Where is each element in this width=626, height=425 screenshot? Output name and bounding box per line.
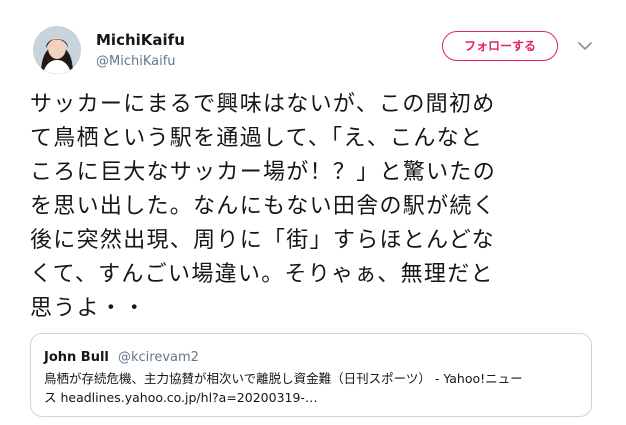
tweet-text-line: 思うよ・・ bbox=[30, 296, 147, 321]
tweet-text-line: を思い出した。なんにもない田舎の駅が続く bbox=[30, 194, 497, 219]
tweet-text-line: くて、すんごい場違い。そりゃぁ、無理だと bbox=[30, 262, 494, 287]
chevron-down-icon[interactable] bbox=[574, 37, 596, 55]
quoted-tweet-line: ス headlines.yahoo.co.jp/hl?a=20200319-… bbox=[44, 390, 318, 405]
tweet-text-line: サッカーにまるで興味はないが、この間初め bbox=[30, 92, 496, 117]
tweet-header: MichiKaifu @MichiKaifu フォローする bbox=[30, 23, 600, 83]
tweet-text-line: て鳥栖という駅を通過して、「え、こんなと bbox=[30, 126, 484, 151]
follow-button[interactable]: フォローする bbox=[442, 31, 558, 61]
quoted-author-name: John Bull bbox=[44, 350, 109, 365]
avatar[interactable] bbox=[33, 26, 81, 74]
tweet-text-line: ころに巨大なサッカー場が！？」と驚いたの bbox=[30, 160, 497, 185]
quoted-tweet-author: John Bull @kcirevam2 bbox=[44, 346, 199, 365]
author-block[interactable]: MichiKaifu @MichiKaifu bbox=[96, 30, 185, 71]
avatar-image bbox=[33, 26, 81, 74]
tweet-text-line: 後に突然出現、周りに「街」すらほとんどな bbox=[30, 228, 495, 253]
quoted-tweet-line: 鳥栖が存続危機、主力協賛が相次いで離脱し資金難（日刊スポーツ） - Yahoo!… bbox=[44, 371, 523, 386]
tweet-text: サッカーにまるで興味はないが、この間初め て鳥栖という駅を通過して、「え、こんな… bbox=[30, 88, 600, 326]
quoted-author-handle: @kcirevam2 bbox=[117, 350, 199, 365]
author-handle[interactable]: @MichiKaifu bbox=[96, 53, 185, 71]
quoted-tweet-card[interactable]: John Bull @kcirevam2 鳥栖が存続危機、主力協賛が相次いで離脱… bbox=[30, 333, 592, 417]
author-display-name[interactable]: MichiKaifu bbox=[96, 30, 185, 50]
quoted-tweet-text: 鳥栖が存続危機、主力協賛が相次いで離脱し資金難（日刊スポーツ） - Yahoo!… bbox=[44, 369, 574, 407]
